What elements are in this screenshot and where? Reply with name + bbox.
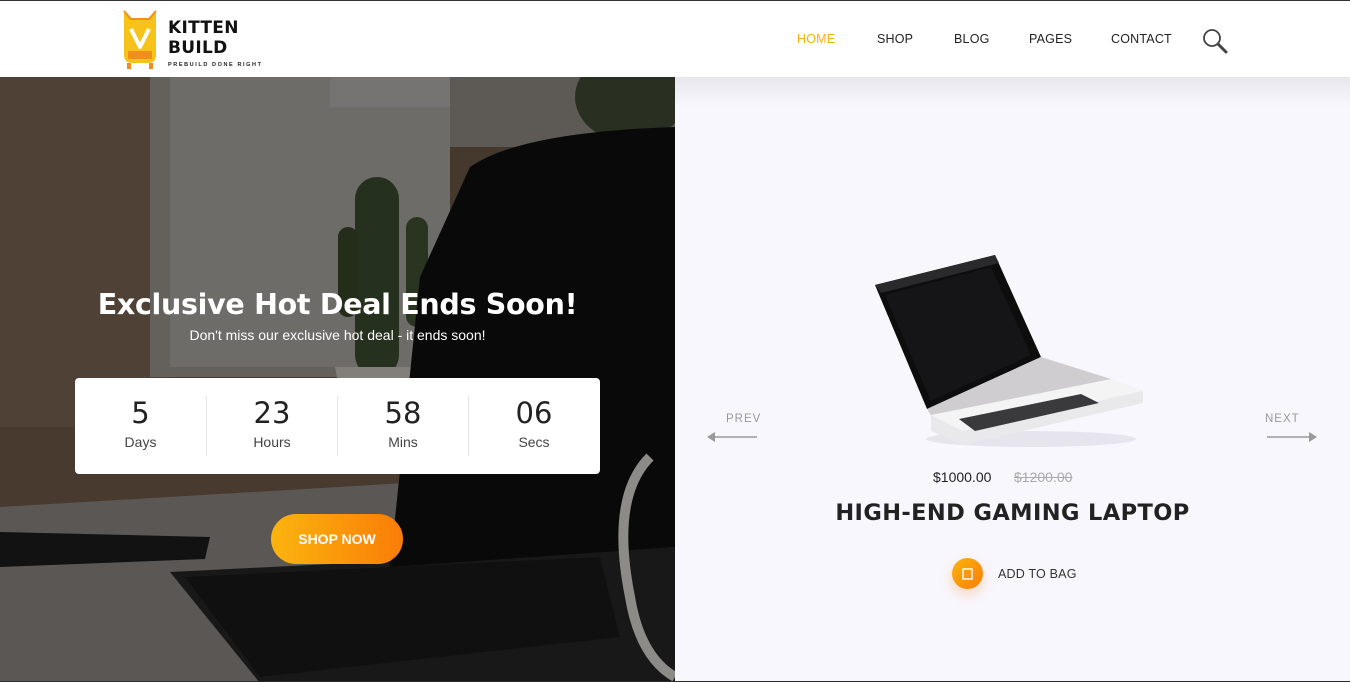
arrow-right-icon <box>1267 432 1317 442</box>
nav-contact[interactable]: CONTACT <box>1111 32 1172 46</box>
prev-label: PREV <box>726 413 762 425</box>
bag-icon <box>962 568 973 580</box>
product-name[interactable]: HIGH-END GAMING LAPTOP <box>675 500 1350 526</box>
countdown-label: Hours <box>253 434 291 450</box>
search-icon <box>1203 29 1228 54</box>
hero-banner: Exclusive Hot Deal Ends Soon! Don't miss… <box>0 77 675 682</box>
countdown-hours: 23 Hours <box>206 396 337 456</box>
countdown-timer: 5 Days 23 Hours 58 Mins 06 Secs <box>75 378 600 474</box>
nav-pages[interactable]: PAGES <box>1029 32 1072 46</box>
site-header: KITTEN BUILD PREBUILD DONE RIGHT HOME SH… <box>0 1 1350 77</box>
search-button[interactable] <box>1201 27 1229 55</box>
hero-subtitle: Don't miss our exclusive hot deal - it e… <box>189 327 486 343</box>
header-shadow <box>675 77 1350 107</box>
next-button[interactable]: NEXT <box>1265 413 1325 445</box>
arrow-left-icon <box>707 432 757 442</box>
product-slider: PREV NEXT $1000.00 $1200.00 HIGH-END GAM… <box>675 77 1350 681</box>
bag-icon-circle <box>952 558 983 589</box>
add-to-bag-button[interactable]: ADD TO BAG <box>952 558 1102 592</box>
price-row: $1000.00 $1200.00 <box>675 469 1350 487</box>
add-to-bag-label: ADD TO BAG <box>998 567 1077 581</box>
nav-home[interactable]: HOME <box>797 32 835 46</box>
main-nav: HOME SHOP BLOG PAGES CONTACT <box>0 32 1350 48</box>
hero-title: Exclusive Hot Deal Ends Soon! <box>97 288 578 321</box>
product-old-price: $1200.00 <box>1014 469 1073 485</box>
product-image[interactable] <box>871 251 1146 451</box>
next-label: NEXT <box>1265 413 1300 425</box>
countdown-value: 06 <box>515 396 553 430</box>
countdown-days: 5 Days <box>75 396 206 456</box>
countdown-value: 5 <box>131 396 150 430</box>
shop-now-button[interactable]: SHOP NOW <box>271 514 403 564</box>
countdown-value: 23 <box>253 396 291 430</box>
logo-tagline: PREBUILD DONE RIGHT <box>168 62 263 68</box>
countdown-mins: 58 Mins <box>337 396 468 456</box>
page: KITTEN BUILD PREBUILD DONE RIGHT HOME SH… <box>0 0 1350 682</box>
nav-shop[interactable]: SHOP <box>877 32 913 46</box>
countdown-label: Secs <box>518 434 550 450</box>
prev-button[interactable]: PREV <box>707 413 767 445</box>
countdown-label: Days <box>124 434 157 450</box>
nav-blog[interactable]: BLOG <box>954 32 990 46</box>
countdown-secs: 06 Secs <box>468 396 599 456</box>
countdown-value: 58 <box>384 396 422 430</box>
countdown-label: Mins <box>388 434 418 450</box>
product-price: $1000.00 <box>933 469 992 485</box>
